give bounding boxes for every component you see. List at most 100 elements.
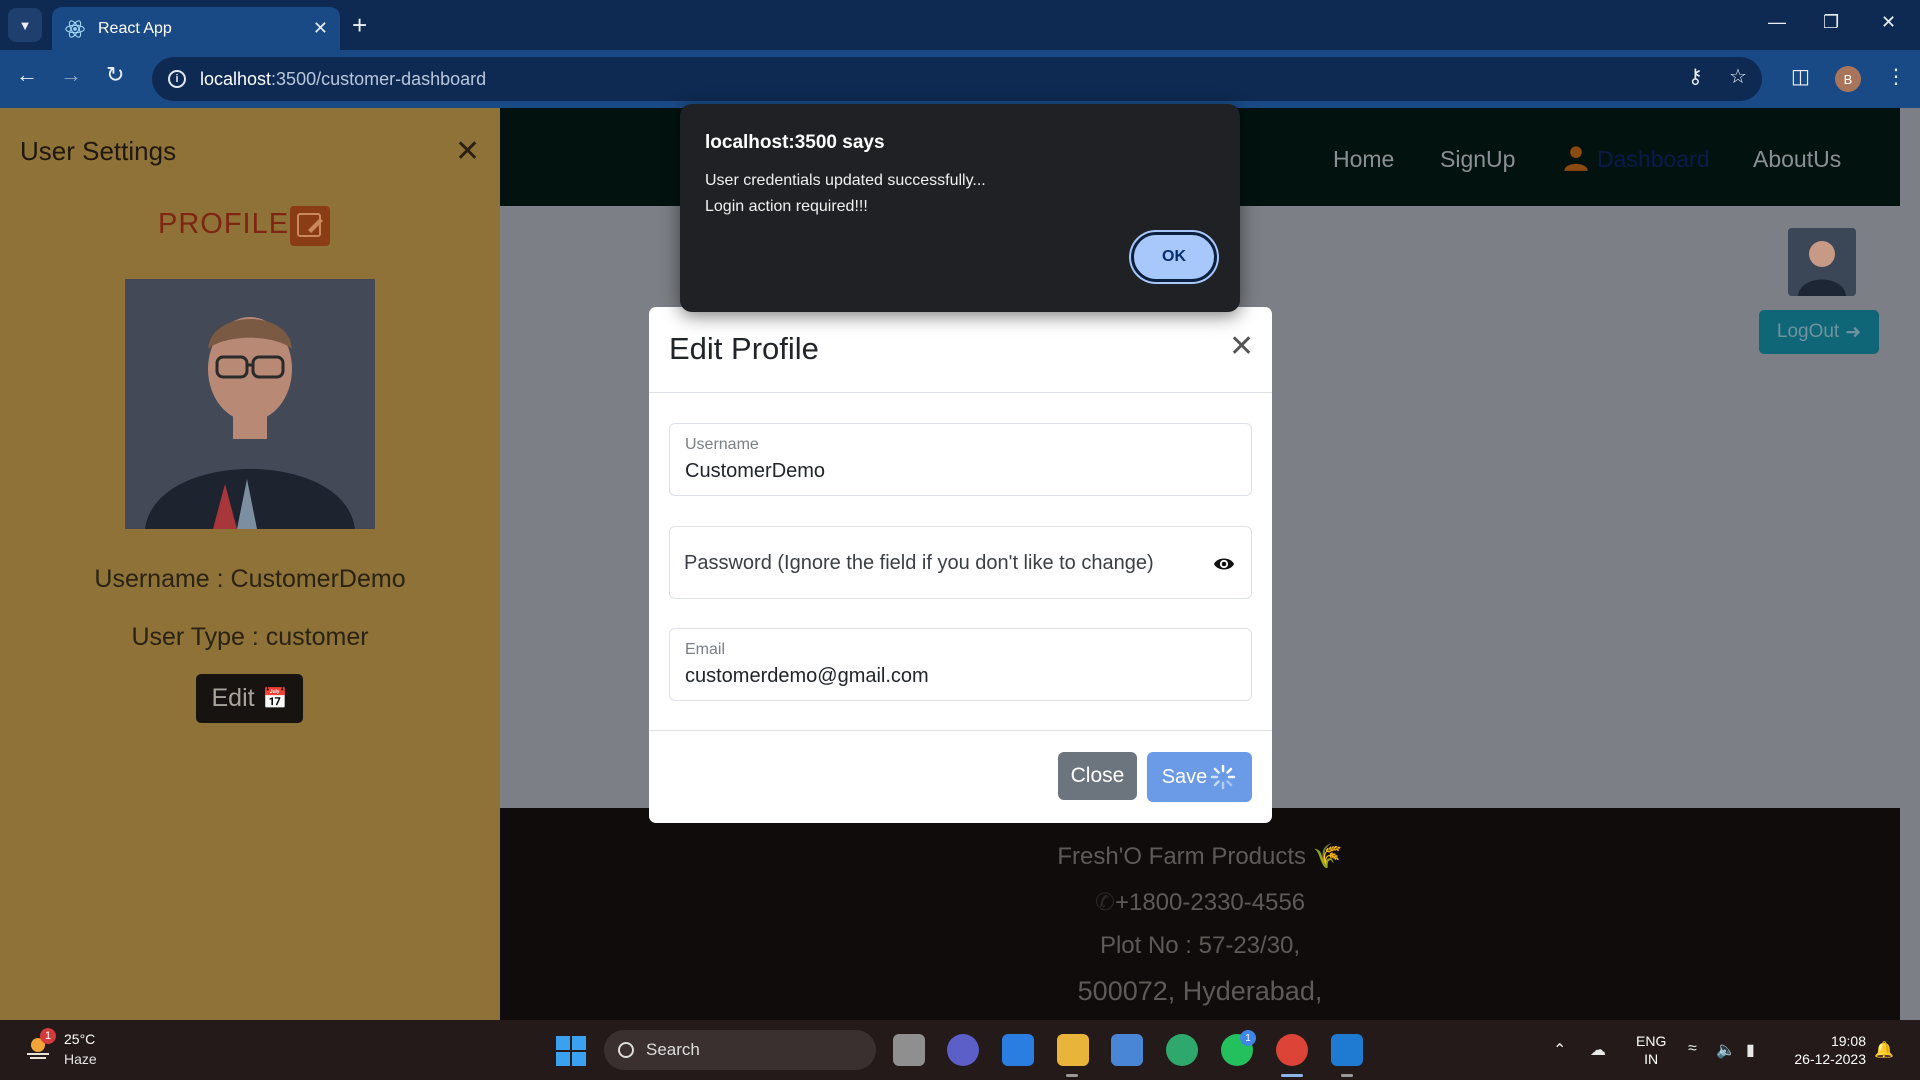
side-panel-icon[interactable]: ◫	[1791, 64, 1810, 89]
footer-brand-text: Fresh'O Farm Products	[1057, 843, 1307, 870]
modal-header-divider	[649, 392, 1272, 393]
modal-title: Edit Profile	[669, 331, 819, 366]
mail-icon[interactable]	[1002, 1034, 1034, 1066]
language-indicator[interactable]: ENG IN	[1636, 1032, 1666, 1068]
email-value: customerdemo@gmail.com	[685, 665, 929, 687]
notification-bell-icon[interactable]: 🔔	[1874, 1040, 1894, 1060]
minimize-icon[interactable]: —	[1768, 12, 1786, 33]
show-hidden-icons-chevron[interactable]: ⌃	[1553, 1040, 1566, 1060]
edit-button[interactable]: Edit 📅	[196, 674, 303, 723]
spinner-icon	[1211, 764, 1236, 790]
clock-time: 19:08	[1830, 1033, 1866, 1049]
save-button[interactable]: Save	[1147, 752, 1252, 802]
microsoft-store-icon[interactable]	[1111, 1034, 1143, 1066]
modal-footer-divider	[649, 730, 1272, 731]
dashboard-avatar[interactable]	[1788, 228, 1856, 296]
forward-arrow-icon[interactable]: →	[60, 64, 82, 86]
edit-label: Edit	[211, 684, 255, 712]
windows-start-icon[interactable]	[556, 1036, 586, 1066]
browser-profile-avatar[interactable]: B	[1835, 66, 1861, 92]
meet-chat-icon[interactable]	[947, 1034, 979, 1066]
react-logo-icon	[65, 19, 85, 38]
tab-search-button[interactable]: ▼	[8, 8, 42, 42]
key-icon[interactable]: ⚷	[1688, 64, 1703, 89]
footer-phone: ✆+1800-2330-4556	[500, 888, 1900, 917]
alert-message-line-2: Login action required!!!	[705, 198, 868, 215]
back-arrow-icon[interactable]: ←	[16, 64, 38, 86]
logout-button[interactable]: LogOut ➜	[1759, 310, 1879, 354]
volume-icon[interactable]: 🔈	[1716, 1040, 1736, 1060]
chrome-active-indicator	[1281, 1074, 1303, 1077]
reload-icon[interactable]: ↻	[106, 64, 124, 86]
wheat-icon: 🌾	[1312, 843, 1343, 870]
person-photo-icon	[1788, 228, 1856, 296]
nav-dashboard[interactable]: Dashboard	[1597, 146, 1710, 173]
username-value: CustomerDemo	[685, 460, 826, 482]
wifi-icon[interactable]: ≈	[1688, 1040, 1697, 1058]
site-footer: Fresh'O Farm Products 🌾 ✆+1800-2330-4556…	[500, 808, 1900, 1020]
person-photo-icon	[125, 279, 375, 529]
chrome-icon[interactable]	[1276, 1034, 1308, 1066]
browser-tab[interactable]: React App ✕	[52, 7, 340, 50]
vscode-running-indicator	[1341, 1074, 1353, 1077]
sidebar-username: Username : CustomerDemo	[94, 565, 406, 593]
url-host: localhost	[200, 68, 272, 89]
eye-icon[interactable]	[1213, 553, 1235, 575]
profile-heading: PROFILE	[158, 208, 290, 240]
nav-aboutus[interactable]: AboutUs	[1753, 146, 1841, 173]
password-field[interactable]: Password (Ignore the field if you don't …	[669, 526, 1252, 599]
taskbar-search-label: Search	[646, 1040, 700, 1059]
menu-kebab-icon[interactable]: ⋮	[1886, 64, 1906, 89]
username-field[interactable]: Username CustomerDemo	[669, 423, 1252, 496]
email-label: Email	[685, 641, 726, 658]
nav-signup[interactable]: SignUp	[1440, 146, 1515, 173]
taskbar-clock[interactable]: 19:08 26-12-2023	[1786, 1032, 1866, 1068]
alert-ok-button[interactable]: OK	[1131, 232, 1217, 282]
battery-icon[interactable]: ▮	[1746, 1040, 1755, 1060]
vscode-icon[interactable]	[1331, 1034, 1363, 1066]
address-bar[interactable]: i localhost:3500/customer-dashboard	[152, 57, 1762, 101]
sidebar-close-icon[interactable]: ✕	[455, 134, 480, 169]
onedrive-cloud-icon[interactable]: ☁	[1590, 1040, 1606, 1060]
alert-title: localhost:3500 says	[705, 132, 885, 153]
task-view-icon[interactable]	[893, 1034, 925, 1066]
close-button[interactable]: Close	[1058, 752, 1137, 800]
username-label: Username	[685, 436, 759, 453]
modal-close-icon[interactable]: ✕	[1229, 329, 1254, 364]
email-field[interactable]: Email customerdemo@gmail.com	[669, 628, 1252, 701]
footer-address-2: 500072, Hyderabad,	[1077, 976, 1323, 1006]
bookmark-star-icon[interactable]: ☆	[1729, 64, 1747, 89]
footer-phone-text: +1800-2330-4556	[1114, 889, 1306, 916]
save-label: Save	[1161, 765, 1208, 788]
tab-title: React App	[98, 19, 172, 37]
weather-temperature[interactable]: 25°C	[64, 1031, 95, 1047]
file-explorer-icon[interactable]	[1057, 1034, 1089, 1066]
edge-browser-icon[interactable]	[1166, 1034, 1198, 1066]
sidebar-usertype: User Type : customer	[131, 623, 369, 651]
taskbar-search[interactable]: Search	[604, 1030, 876, 1070]
footer-address-1: Plot No : 57-23/30,	[1099, 932, 1301, 959]
url-text[interactable]: localhost:3500/customer-dashboard	[200, 69, 486, 90]
new-tab-icon[interactable]: +	[352, 12, 367, 38]
chevron-down-icon: ▼	[18, 17, 32, 33]
logout-icon: ➜	[1845, 321, 1862, 343]
logout-label: LogOut	[1776, 321, 1840, 342]
browser-tab-bar: ▼ React App ✕ + — ❐ ✕	[0, 0, 1920, 50]
url-path: :3500/customer-dashboard	[271, 68, 487, 89]
alert-message-line-1: User credentials updated successfully...	[705, 172, 986, 189]
phone-icon: ✆	[1094, 889, 1115, 916]
weather-description[interactable]: Haze	[64, 1051, 97, 1067]
language-code: ENG	[1636, 1033, 1667, 1049]
browser-alert-dialog: localhost:3500 says User credentials upd…	[680, 104, 1240, 312]
windows-taskbar: 1 25°C Haze Search 1 ⌃ ☁ ENG IN ≈ 🔈 ▮ 19…	[0, 1020, 1920, 1080]
window-close-icon[interactable]: ✕	[1881, 12, 1896, 33]
clock-date: 26-12-2023	[1794, 1051, 1866, 1067]
close-tab-icon[interactable]: ✕	[313, 18, 328, 39]
password-placeholder: Password (Ignore the field if you don't …	[684, 552, 1154, 574]
edit-profile-icon[interactable]	[290, 206, 330, 246]
site-info-icon[interactable]: i	[168, 70, 186, 88]
whatsapp-badge: 1	[1240, 1030, 1256, 1046]
profile-photo	[125, 279, 375, 529]
restore-icon[interactable]: ❐	[1823, 12, 1839, 33]
nav-home[interactable]: Home	[1333, 146, 1394, 173]
